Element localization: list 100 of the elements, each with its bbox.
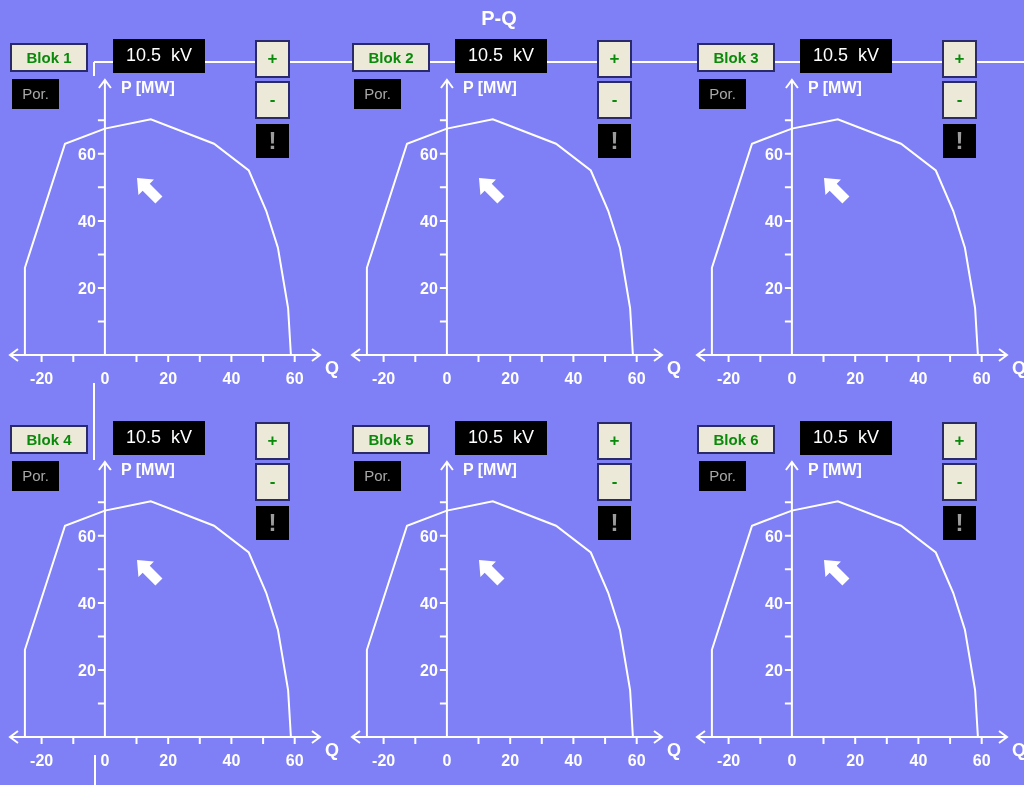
tick-label: 40 <box>909 752 928 769</box>
tick-label: 20 <box>420 661 438 679</box>
tick-label: 40 <box>222 752 241 769</box>
alarm-indicator: ! <box>943 124 976 158</box>
block-button[interactable]: Blok 1 <box>10 43 88 72</box>
tick-label: -20 <box>30 370 54 387</box>
tick-label: 60 <box>285 752 304 769</box>
pointer-arrow-icon <box>479 560 505 586</box>
pointer-arrow-icon <box>824 560 850 586</box>
tick-label: 60 <box>765 527 783 545</box>
axis-label: P [MW] <box>120 461 175 478</box>
axis-label: P [MW] <box>120 79 175 96</box>
voltage-display: 10.5 kV <box>113 421 205 455</box>
tick-label: 20 <box>78 279 96 297</box>
tick-label: 40 <box>420 594 438 612</box>
voltage-display: 10.5 kV <box>455 421 547 455</box>
tick-label: 60 <box>972 370 991 387</box>
mode-indicator: Por. <box>12 461 59 491</box>
raise-button[interactable]: + <box>255 40 290 78</box>
tick-label: 40 <box>765 594 783 612</box>
lower-button[interactable]: - <box>597 463 632 501</box>
lower-button[interactable]: - <box>255 463 290 501</box>
block-button[interactable]: Blok 4 <box>10 425 88 454</box>
axis-label: P [MW] <box>462 461 517 478</box>
mode-indicator: Por. <box>354 79 401 109</box>
tick-label: 0 <box>442 752 452 769</box>
raise-button[interactable]: + <box>597 40 632 78</box>
tick-label: 20 <box>78 661 96 679</box>
axis-label: Q <box>667 358 681 378</box>
tick-label: 20 <box>765 279 783 297</box>
axis-label: P [MW] <box>807 79 862 96</box>
pointer-arrow-icon <box>479 178 505 204</box>
tick-label: 20 <box>159 370 178 387</box>
block-button[interactable]: Blok 5 <box>352 425 430 454</box>
page-title: P-Q <box>481 6 517 30</box>
tick-label: 40 <box>564 752 583 769</box>
tick-label: 60 <box>627 752 646 769</box>
tick-label: 40 <box>222 370 241 387</box>
tick-label: 60 <box>972 752 991 769</box>
tick-label: 20 <box>159 752 178 769</box>
tick-label: 40 <box>909 370 928 387</box>
block-button[interactable]: Blok 2 <box>352 43 430 72</box>
alarm-indicator: ! <box>598 506 631 540</box>
alarm-indicator: ! <box>256 124 289 158</box>
mode-indicator: Por. <box>354 461 401 491</box>
raise-button[interactable]: + <box>597 422 632 460</box>
tick-label: 20 <box>420 279 438 297</box>
lower-button[interactable]: - <box>597 81 632 119</box>
tick-label: 40 <box>420 212 438 230</box>
tick-label: -20 <box>372 370 396 387</box>
raise-button[interactable]: + <box>255 422 290 460</box>
lower-button[interactable]: - <box>942 81 977 119</box>
raise-button[interactable]: + <box>942 40 977 78</box>
tick-label: 60 <box>765 145 783 163</box>
tick-label: 20 <box>846 370 865 387</box>
tick-label: 60 <box>285 370 304 387</box>
mode-indicator: Por. <box>699 461 746 491</box>
tick-label: -20 <box>717 752 741 769</box>
mode-indicator: Por. <box>699 79 746 109</box>
lower-button[interactable]: - <box>255 81 290 119</box>
axis-label: Q <box>667 740 681 760</box>
voltage-display: 10.5 kV <box>800 39 892 73</box>
tick-label: 0 <box>100 370 110 387</box>
tick-label: 0 <box>787 752 797 769</box>
tick-label: 0 <box>787 370 797 387</box>
block-button[interactable]: Blok 6 <box>697 425 775 454</box>
tick-label: 60 <box>627 370 646 387</box>
alarm-indicator: ! <box>598 124 631 158</box>
axis-label: Q <box>325 740 339 760</box>
tick-label: -20 <box>372 752 396 769</box>
tick-label: 20 <box>501 370 520 387</box>
axis-label: P [MW] <box>462 79 517 96</box>
tick-label: 0 <box>442 370 452 387</box>
tick-label: 0 <box>100 752 110 769</box>
voltage-display: 10.5 kV <box>455 39 547 73</box>
tick-label: 20 <box>846 752 865 769</box>
pointer-arrow-icon <box>137 178 163 204</box>
alarm-indicator: ! <box>943 506 976 540</box>
voltage-display: 10.5 kV <box>800 421 892 455</box>
tick-label: 20 <box>501 752 520 769</box>
voltage-display: 10.5 kV <box>113 39 205 73</box>
pointer-arrow-icon <box>137 560 163 586</box>
axis-label: Q <box>325 358 339 378</box>
tick-label: -20 <box>30 752 54 769</box>
lower-button[interactable]: - <box>942 463 977 501</box>
axis-label: P [MW] <box>807 461 862 478</box>
tick-label: 20 <box>765 661 783 679</box>
tick-label: 60 <box>420 145 438 163</box>
raise-button[interactable]: + <box>942 422 977 460</box>
tick-label: 60 <box>78 145 96 163</box>
tick-label: 40 <box>78 594 96 612</box>
tick-label: 40 <box>564 370 583 387</box>
pointer-arrow-icon <box>824 178 850 204</box>
tick-label: 60 <box>78 527 96 545</box>
alarm-indicator: ! <box>256 506 289 540</box>
tick-label: 60 <box>420 527 438 545</box>
tick-label: -20 <box>717 370 741 387</box>
block-button[interactable]: Blok 3 <box>697 43 775 72</box>
tick-label: 40 <box>765 212 783 230</box>
mode-indicator: Por. <box>12 79 59 109</box>
